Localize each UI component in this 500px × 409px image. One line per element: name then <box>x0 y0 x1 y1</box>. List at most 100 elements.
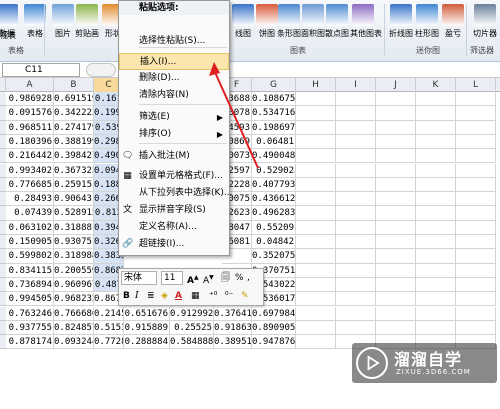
menu-item-sort[interactable]: 排序(O) ▶ <box>119 126 229 143</box>
table-cell[interactable] <box>336 206 376 221</box>
table-cell[interactable] <box>456 220 496 235</box>
table-cell[interactable] <box>376 120 416 135</box>
table-cell[interactable]: 0.25525 <box>170 320 214 336</box>
column-header-i[interactable]: I <box>336 78 376 92</box>
currency-icon[interactable]: 🗐 <box>221 271 230 285</box>
table-cell[interactable]: 0.407793 <box>252 177 296 193</box>
menu-item-clear-contents[interactable]: 清除内容(N) <box>119 87 229 104</box>
table-cell[interactable] <box>416 320 456 336</box>
table-cell[interactable] <box>336 249 376 264</box>
table-cell[interactable] <box>336 263 376 278</box>
fill-color-icon[interactable]: ◈ <box>161 289 168 303</box>
table-cell[interactable]: 0.834115 <box>6 263 54 278</box>
table-cell[interactable]: 0.28493 <box>6 192 54 207</box>
table-cell[interactable] <box>296 206 336 221</box>
table-cell[interactable] <box>296 192 336 207</box>
table-cell[interactable] <box>296 320 336 336</box>
table-cell[interactable] <box>336 192 376 207</box>
table-cell[interactable] <box>416 92 456 107</box>
menu-item-hyperlink[interactable]: 🔗 超链接(I)... <box>119 236 229 253</box>
table-cell[interactable]: 0.389519 <box>214 335 252 350</box>
table-cell[interactable] <box>296 306 336 321</box>
table-cell[interactable] <box>376 235 416 250</box>
table-cell[interactable] <box>416 192 456 207</box>
table-cell[interactable] <box>336 120 376 135</box>
menu-item-filter[interactable]: 筛选(E) ▶ <box>119 109 229 126</box>
table-cell[interactable] <box>416 206 456 221</box>
table-cell[interactable]: 0.063102 <box>6 220 54 235</box>
table-cell[interactable] <box>456 292 496 307</box>
table-cell[interactable]: 0.108675 <box>252 92 296 107</box>
table-cell[interactable] <box>416 177 456 193</box>
table-cell[interactable]: 0.599802 <box>6 249 54 264</box>
table-cell[interactable] <box>336 92 376 107</box>
table-cell[interactable] <box>376 192 416 207</box>
table-cell[interactable]: 0.342223 <box>54 106 94 121</box>
column-header-a[interactable]: A <box>6 78 54 92</box>
font-color-icon[interactable]: A <box>175 289 182 303</box>
table-cell[interactable]: 0.968232 <box>54 292 94 307</box>
table-cell[interactable] <box>456 306 496 321</box>
grow-font-icon[interactable]: A▲ <box>187 271 199 288</box>
ribbon-button[interactable]: 切片器 <box>472 4 498 39</box>
table-cell[interactable]: 0.318988 <box>54 249 94 264</box>
name-box[interactable]: C11 <box>2 63 80 77</box>
table-cell[interactable]: 0.912992 <box>170 306 214 321</box>
ribbon-button[interactable]: 盈亏 <box>440 4 466 39</box>
column-header-k[interactable]: K <box>416 78 456 92</box>
ribbon-button[interactable]: 数据 <box>0 4 20 39</box>
table-cell[interactable]: 0.55209 <box>252 220 296 235</box>
table-cell[interactable]: 0.200559 <box>54 263 94 278</box>
ribbon-button[interactable]: 图片 <box>50 4 76 39</box>
table-cell[interactable] <box>336 292 376 307</box>
table-cell[interactable] <box>376 277 416 293</box>
table-cell[interactable]: 0.274179 <box>54 120 94 135</box>
format-painter-icon[interactable]: ✎ <box>241 289 249 303</box>
table-cell[interactable] <box>376 306 416 321</box>
table-cell[interactable] <box>416 263 456 278</box>
ribbon-button[interactable]: 散点图 <box>324 4 350 39</box>
table-cell[interactable]: 0.584888 <box>170 335 214 350</box>
table-cell[interactable] <box>376 92 416 107</box>
table-cell[interactable]: 0.515378 <box>94 320 124 336</box>
table-cell[interactable] <box>336 134 376 150</box>
ribbon-button[interactable]: 其他图表 <box>350 4 382 39</box>
table-cell[interactable] <box>376 249 416 264</box>
table-cell[interactable] <box>336 220 376 235</box>
table-cell[interactable] <box>416 120 456 135</box>
table-cell[interactable]: 0.878174 <box>6 335 54 350</box>
table-cell[interactable]: 0.376413 <box>214 306 252 321</box>
table-cell[interactable]: 0.367323 <box>54 163 94 178</box>
table-cell[interactable]: 0.947876 <box>252 335 296 350</box>
table-cell[interactable]: 0.388199 <box>54 134 94 150</box>
table-cell[interactable] <box>296 134 336 150</box>
table-cell[interactable]: 0.906431 <box>54 192 94 207</box>
table-cell[interactable] <box>336 320 376 336</box>
font-size-select[interactable]: 11 <box>161 271 183 285</box>
table-cell[interactable] <box>336 163 376 178</box>
bold-button[interactable]: B <box>123 289 130 303</box>
table-cell[interactable]: 0.772859 <box>94 335 124 350</box>
ribbon-button[interactable]: 面积图 <box>300 4 326 39</box>
font-name-select[interactable]: 宋体 <box>121 271 157 285</box>
table-cell[interactable] <box>456 120 496 135</box>
table-cell[interactable]: 0.04842 <box>252 235 296 250</box>
table-cell[interactable] <box>456 149 496 164</box>
column-header-j[interactable]: J <box>376 78 416 92</box>
table-cell[interactable]: 0.496283 <box>252 206 296 221</box>
table-cell[interactable] <box>456 106 496 121</box>
table-cell[interactable] <box>416 220 456 235</box>
menu-item-format-cells[interactable]: ▦ 设置单元格格式(F)... <box>119 168 229 185</box>
table-cell[interactable]: 0.960967 <box>54 277 94 293</box>
column-header-l[interactable]: L <box>456 78 496 92</box>
table-cell[interactable] <box>296 235 336 250</box>
table-cell[interactable]: 0.214562 <box>94 306 124 321</box>
table-cell[interactable] <box>296 92 336 107</box>
table-cell[interactable] <box>336 106 376 121</box>
menu-item-define-name[interactable]: 定义名称(A)... <box>119 219 229 236</box>
table-cell[interactable]: 0.994505 <box>6 292 54 307</box>
table-cell[interactable]: 0.763246 <box>6 306 54 321</box>
table-cell[interactable] <box>336 306 376 321</box>
menu-item-insert[interactable]: 插入(I)... <box>119 53 229 70</box>
table-cell[interactable]: 0.968511 <box>6 120 54 135</box>
